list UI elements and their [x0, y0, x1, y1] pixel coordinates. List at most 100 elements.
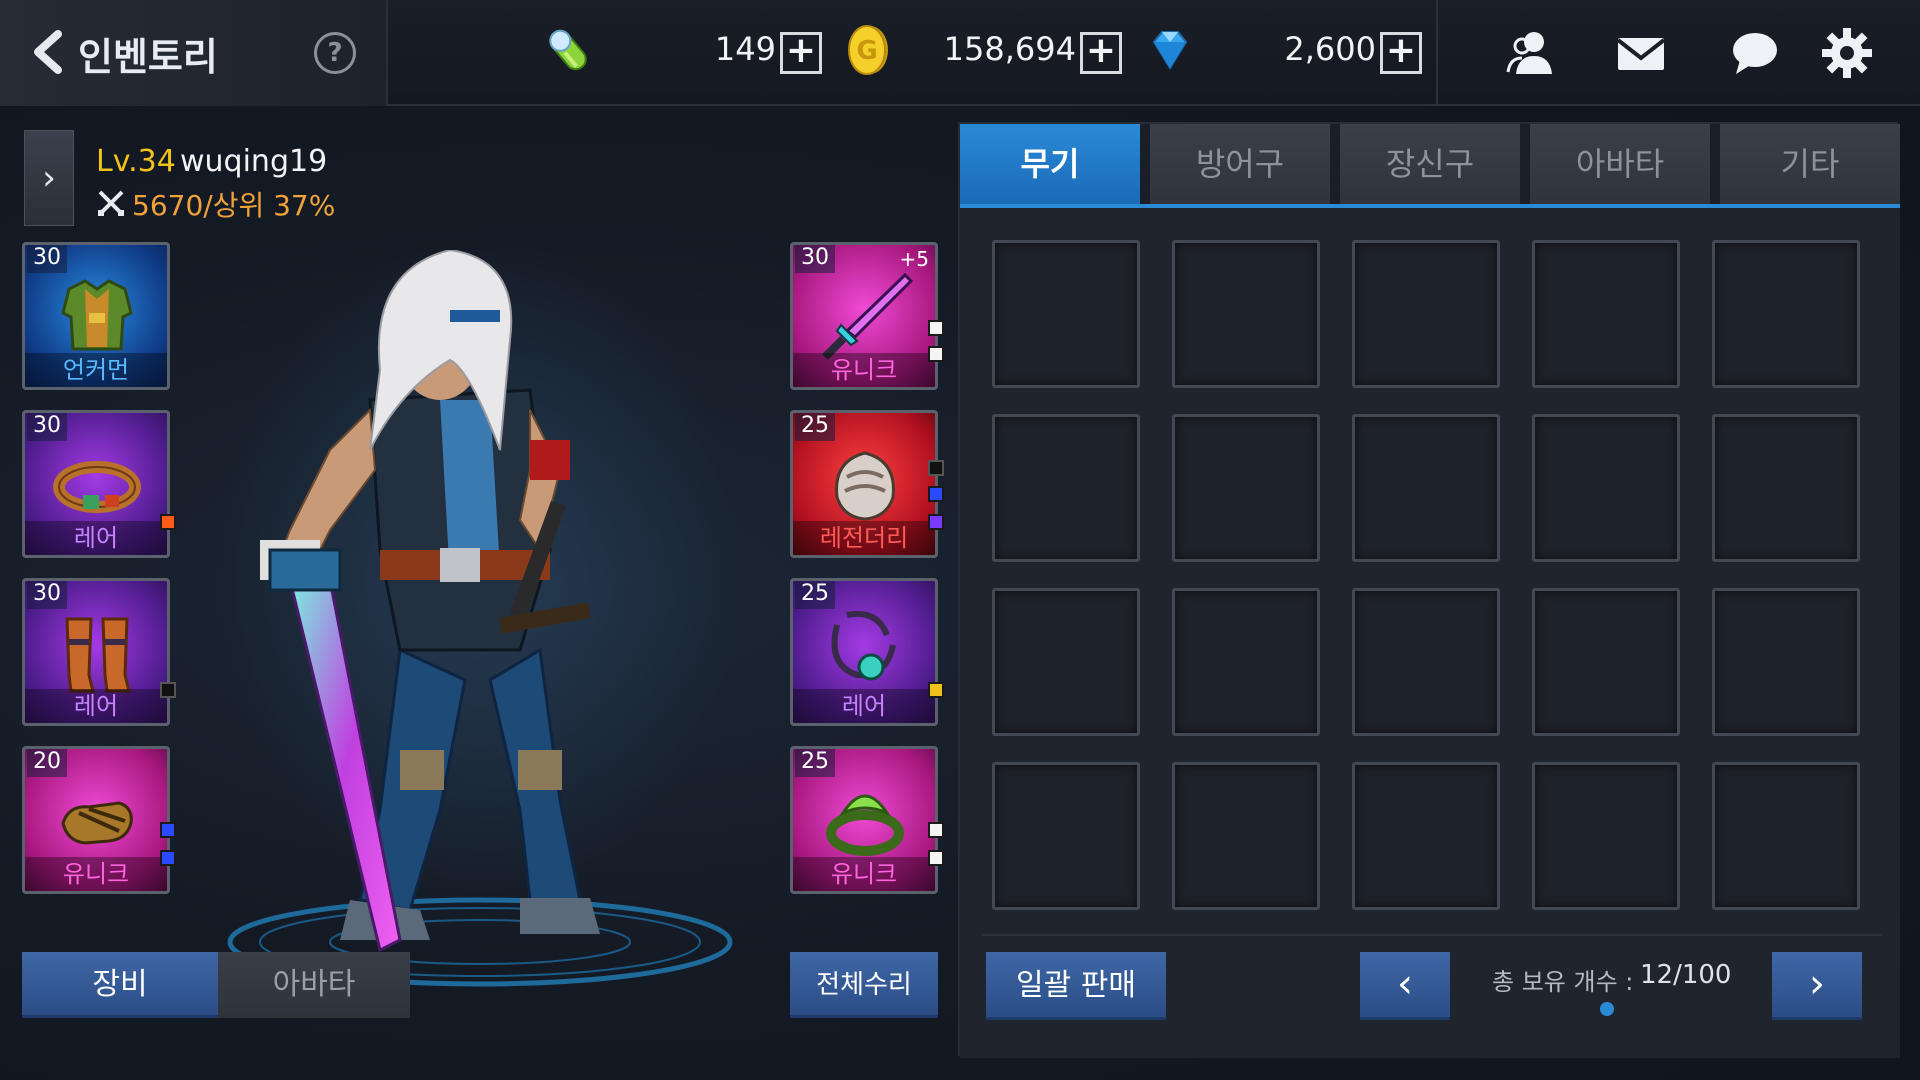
inventory-slot[interactable]: [1172, 762, 1320, 910]
inventory-panel: 무기 방어구 장신구 아바타 기타: [958, 122, 1900, 1058]
page-title: 인벤토리: [78, 35, 218, 79]
diamond-gem-icon: [1152, 31, 1188, 70]
chat-icon[interactable]: [1728, 26, 1782, 80]
item-grade: 레전더리: [793, 521, 935, 555]
inventory-slot[interactable]: [1712, 240, 1860, 388]
combat-power: 5670/상위 37%: [132, 189, 336, 222]
energy-capsule-icon: [549, 29, 587, 71]
inventory-slot[interactable]: [1712, 588, 1860, 736]
inventory-slot[interactable]: [1532, 762, 1680, 910]
item-grade: 유니크: [25, 857, 167, 891]
gold-value: 158,694: [943, 30, 1076, 68]
equip-slot-belt[interactable]: 30 레어: [22, 410, 170, 558]
item-count-label: 총 보유 개수 :: [1492, 968, 1634, 996]
inventory-slot[interactable]: [1352, 240, 1500, 388]
inventory-grid: [960, 208, 1900, 1058]
inventory-slot[interactable]: [1532, 414, 1680, 562]
equip-slot-gloves[interactable]: 20 유니크: [22, 746, 170, 894]
repair-all-button[interactable]: 전체수리: [790, 952, 938, 1018]
inventory-slot[interactable]: [1172, 240, 1320, 388]
settings-gear-icon[interactable]: [1820, 26, 1874, 80]
sword-icon: [822, 272, 913, 360]
inventory-slot[interactable]: [1352, 414, 1500, 562]
inventory-slot[interactable]: [1352, 762, 1500, 910]
energy-value: 149: [714, 30, 776, 68]
inventory-slot[interactable]: [1712, 762, 1860, 910]
tab-avatar[interactable]: 아바타: [1530, 124, 1710, 204]
svg-text:G: G: [856, 36, 877, 66]
tab-accessory[interactable]: 장신구: [1340, 124, 1520, 204]
diamond-value: 2,600: [1284, 30, 1376, 68]
character-model: [220, 250, 740, 987]
equip-slot-necklace[interactable]: 25 레어: [790, 578, 938, 726]
gem-socket-blue: [928, 486, 944, 502]
prev-page-button[interactable]: ‹: [1360, 952, 1450, 1020]
gem-socket-white: [928, 346, 944, 362]
item-grade: 언커먼: [25, 353, 167, 387]
inventory-slot[interactable]: [1172, 588, 1320, 736]
equip-slot-ring[interactable]: 25 유니크: [790, 746, 938, 894]
gem-socket-blue: [160, 822, 176, 838]
item-grade: 레어: [25, 521, 167, 555]
gem-socket-white: [928, 850, 944, 866]
item-level: 25: [795, 581, 835, 609]
friends-icon[interactable]: [1504, 26, 1558, 80]
back-arrow-icon[interactable]: [28, 30, 68, 74]
pauldron-icon: [835, 451, 895, 521]
tab-weapon[interactable]: 무기: [960, 124, 1140, 204]
gold-coin-icon: G: [848, 25, 888, 75]
page-indicator-dot: [1600, 1002, 1614, 1016]
equip-slot-weapon[interactable]: 30 +5 유니크: [790, 242, 938, 390]
footer-divider: [982, 934, 1882, 936]
character-level: Lv.34: [96, 144, 176, 179]
gold-add-button[interactable]: +: [1080, 32, 1122, 74]
item-level: 30: [795, 245, 835, 273]
gem-socket-purple: [928, 514, 944, 530]
next-page-button[interactable]: ›: [1772, 952, 1862, 1020]
equip-slot-pauldron[interactable]: 25 레전더리: [790, 410, 938, 558]
equipment-tab[interactable]: 장비: [22, 952, 218, 1018]
necklace-icon: [831, 611, 896, 681]
equip-slot-greaves[interactable]: 30 레어: [22, 578, 170, 726]
top-bar: 인벤토리 ? 149 + G 158,694 + 2,600 +: [0, 0, 1920, 106]
expand-panel-button[interactable]: ›: [24, 130, 74, 226]
item-count-value: 12/100: [1640, 960, 1732, 990]
inventory-slot[interactable]: [1352, 588, 1500, 736]
gem-socket-blue: [160, 850, 176, 866]
crossed-swords-icon: [98, 190, 124, 216]
item-grade: 유니크: [793, 857, 935, 891]
inventory-slot[interactable]: [992, 240, 1140, 388]
enhance-level: +5: [899, 247, 929, 271]
bulk-sell-button[interactable]: 일괄 판매: [986, 952, 1166, 1020]
tab-armor[interactable]: 방어구: [1150, 124, 1330, 204]
inventory-slot[interactable]: [1172, 414, 1320, 562]
inventory-slot[interactable]: [992, 414, 1140, 562]
item-level: 30: [27, 581, 67, 609]
inventory-slot[interactable]: [1712, 414, 1860, 562]
help-icon[interactable]: ?: [314, 32, 356, 74]
inventory-slot[interactable]: [1532, 240, 1680, 388]
tab-etc[interactable]: 기타: [1720, 124, 1900, 204]
mail-icon[interactable]: [1614, 26, 1668, 80]
item-level: 30: [27, 413, 67, 441]
item-level: 20: [27, 749, 67, 777]
inventory-slot[interactable]: [992, 588, 1140, 736]
diamond-add-button[interactable]: +: [1380, 32, 1422, 74]
inventory-slot[interactable]: [992, 762, 1140, 910]
greaves-icon: [65, 617, 131, 693]
top-divider: [1436, 0, 1438, 106]
gem-socket-white: [928, 320, 944, 336]
gem-socket-orange: [160, 514, 176, 530]
character-name: wuqing19: [180, 144, 328, 179]
item-level: 25: [795, 749, 835, 777]
item-grade: 레어: [793, 689, 935, 723]
ring-icon: [826, 794, 904, 856]
avatar-tab[interactable]: 아바타: [218, 952, 410, 1018]
inventory-slot[interactable]: [1532, 588, 1680, 736]
gem-socket-empty: [928, 460, 944, 476]
item-level: 30: [27, 245, 67, 273]
item-grade: 유니크: [793, 353, 935, 387]
equip-slot-armor[interactable]: 30 언커먼: [22, 242, 170, 390]
item-level: 25: [795, 413, 835, 441]
energy-add-button[interactable]: +: [780, 32, 822, 74]
